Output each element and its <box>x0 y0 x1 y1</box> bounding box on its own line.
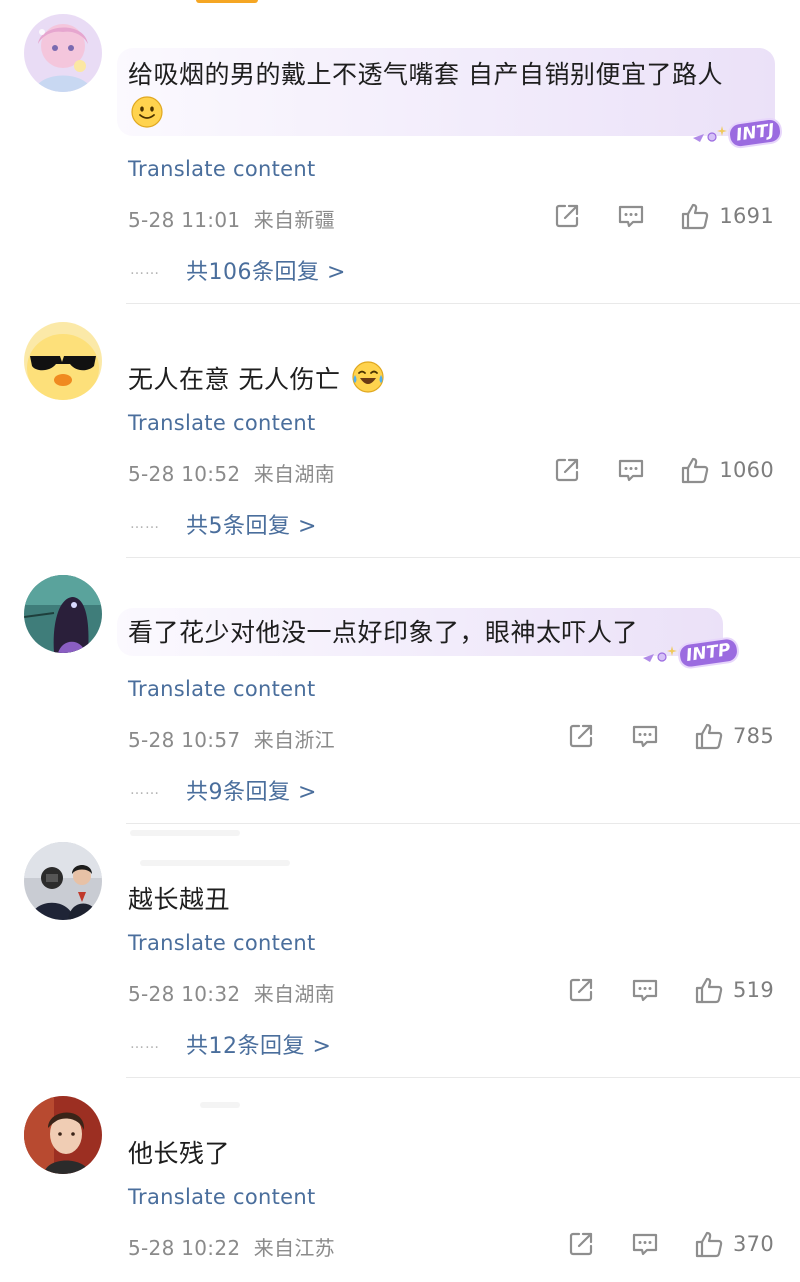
like-icon[interactable] <box>694 721 724 751</box>
comment-meta: 5-28 10:22 来自江苏 <box>128 1232 335 1261</box>
share-icon[interactable] <box>566 975 596 1005</box>
share-icon[interactable] <box>552 455 582 485</box>
replies-dots: …… <box>130 516 160 532</box>
comment-text: 给吸烟的男的戴上不透气嘴套 自产自销别便宜了路人 <box>128 60 723 89</box>
active-tab-indicator <box>196 0 258 3</box>
comment-text: 越长越丑 <box>128 885 231 914</box>
like-count: 1691 <box>719 204 774 228</box>
translate-content-link[interactable]: Translate content <box>128 677 316 701</box>
replies-row[interactable]: …… 共12条回复 > <box>130 1028 331 1060</box>
comment-icon[interactable] <box>630 721 660 751</box>
comment-icon[interactable] <box>616 201 646 231</box>
divider <box>126 1077 800 1078</box>
translate-content-link[interactable]: Translate content <box>128 411 316 435</box>
view-replies-link[interactable]: 共106条回复 > <box>186 254 346 286</box>
comment-meta: 5-28 10:52 来自湖南 <box>128 458 335 487</box>
mbti-badge: INTP <box>640 636 738 670</box>
faded-text-artifact <box>200 1102 240 1108</box>
comment-icon[interactable] <box>616 455 646 485</box>
replies-row[interactable]: …… 共9条回复 > <box>130 774 317 806</box>
mbti-badge: INTJ <box>690 116 782 150</box>
avatar[interactable] <box>24 322 102 400</box>
replies-dots: …… <box>130 262 160 278</box>
like-icon[interactable] <box>680 455 710 485</box>
mbti-badge-label: INTJ <box>728 118 782 148</box>
translate-content-link[interactable]: Translate content <box>128 1185 316 1209</box>
comment-actions: 370 <box>566 1227 774 1261</box>
share-icon[interactable] <box>566 1229 596 1259</box>
comment-meta: 5-28 10:57 来自浙江 <box>128 724 335 753</box>
translate-content-link[interactable]: Translate content <box>128 931 316 955</box>
comment-meta: 5-28 10:32 来自湖南 <box>128 978 335 1007</box>
comment-actions: 785 <box>566 719 774 753</box>
like-icon[interactable] <box>694 1229 724 1259</box>
comment-actions: 1691 <box>552 199 774 233</box>
translate-content-link[interactable]: Translate content <box>128 157 316 181</box>
comment-icon[interactable] <box>630 975 660 1005</box>
sparkle-icon <box>643 646 677 662</box>
like-icon[interactable] <box>680 201 710 231</box>
like-count: 1060 <box>719 458 774 482</box>
smile-emoji-icon <box>131 96 163 128</box>
comment-datetime: 5-28 10:52 <box>128 462 241 486</box>
like-count: 370 <box>733 1232 774 1256</box>
comment-location: 来自湖南 <box>253 982 335 1006</box>
avatar[interactable] <box>24 14 102 92</box>
sparkle-icon <box>693 126 727 142</box>
comment-datetime: 5-28 10:32 <box>128 982 241 1006</box>
comment-text-line-2 <box>128 95 164 135</box>
comment-actions: 519 <box>566 973 774 1007</box>
replies-dots: …… <box>130 1036 160 1052</box>
replies-row[interactable]: …… 共5条回复 > <box>130 508 317 540</box>
like-count: 785 <box>733 724 774 748</box>
share-icon[interactable] <box>552 201 582 231</box>
faded-text-artifact <box>140 860 290 866</box>
divider <box>126 557 800 558</box>
like-icon[interactable] <box>694 975 724 1005</box>
comment-text: 他长残了 <box>128 1139 231 1168</box>
comment-text: 看了花少对他没一点好印象了，眼神太吓人了 <box>128 618 639 647</box>
laugh-cry-emoji-icon <box>352 361 384 393</box>
share-icon[interactable] <box>566 721 596 751</box>
comment-location: 来自湖南 <box>253 462 335 486</box>
avatar[interactable] <box>24 842 102 920</box>
view-replies-link[interactable]: 共9条回复 > <box>186 774 317 806</box>
comment-icon[interactable] <box>630 1229 660 1259</box>
comment-datetime: 5-28 10:57 <box>128 728 241 752</box>
view-replies-link[interactable]: 共12条回复 > <box>186 1028 331 1060</box>
like-count: 519 <box>733 978 774 1002</box>
comment-actions: 1060 <box>552 453 774 487</box>
comment-location: 来自新疆 <box>253 208 335 232</box>
divider <box>126 823 800 824</box>
comment-text: 无人在意 无人伤亡 <box>128 360 385 400</box>
avatar[interactable] <box>24 1096 102 1174</box>
mbti-badge-label: INTP <box>678 638 738 668</box>
replies-dots: …… <box>130 782 160 798</box>
view-replies-link[interactable]: 共5条回复 > <box>186 508 317 540</box>
divider <box>126 303 800 304</box>
replies-row[interactable]: …… 共106条回复 > <box>130 254 346 286</box>
comment-location: 来自浙江 <box>253 728 335 752</box>
comment-meta: 5-28 11:01 来自新疆 <box>128 204 335 233</box>
comment-datetime: 5-28 11:01 <box>128 208 241 232</box>
comment-datetime: 5-28 10:22 <box>128 1236 241 1260</box>
comment-location: 来自江苏 <box>253 1236 335 1260</box>
avatar[interactable] <box>24 575 102 653</box>
faded-text-artifact <box>130 830 240 836</box>
